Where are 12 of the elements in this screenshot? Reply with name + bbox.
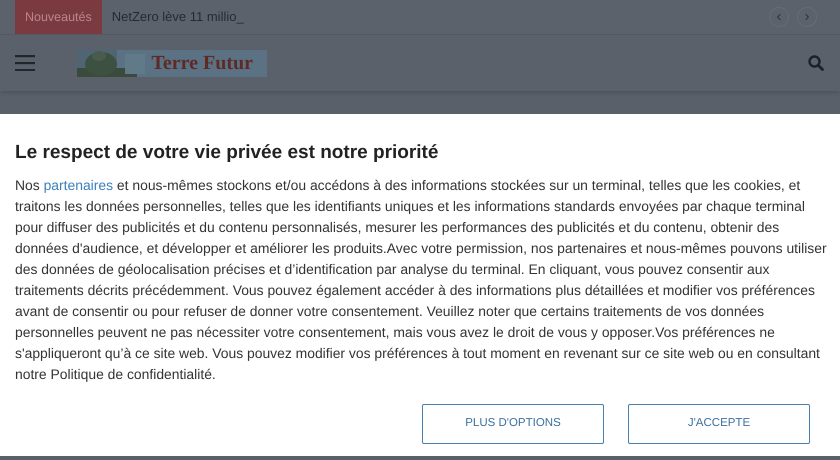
previous-button[interactable]: ‹ bbox=[769, 7, 789, 27]
headline-link[interactable]: NetZero lève 11 millio_ bbox=[112, 7, 244, 27]
next-button[interactable]: › bbox=[797, 7, 817, 27]
dialog-title: Le respect de votre vie privée est notre priorité bbox=[15, 142, 440, 165]
partners-link[interactable]: partenaires bbox=[44, 176, 114, 193]
news-label: Nouveautés bbox=[15, 0, 102, 34]
search-icon[interactable] bbox=[808, 55, 824, 71]
accept-button[interactable]: J'ACCEPTE bbox=[628, 404, 810, 444]
menu-icon[interactable] bbox=[15, 55, 35, 71]
consent-text: Nos partenaires et nous-mêmes stockons et/ou accédons à des informations stockées sur un terminal, telles que les cookies, et traitons les données personnelles, telles que les identifiants uniques et les informations standards envoyées par chaque terminal pour diffuser des publicités et du contenu personnalisés, mesurer les performances des publicités et du contenu, obtenir des données d'audience, et développer et améliorer les produits.Avec votre permission, nos partenaires et nous-mêmes pouvons utiliser des données de géolocalisation précises et d’identification par analyse du terminal. En cliquant, vous pouvez consentir aux traitements décrits précédemment. Vous pouvez également accéder à des informations plus détaillées et modifier vos préférences avant de consentir ou pour refuser de donner votre consentement. Veuillez noter que certains traitements de vos données personnelles peuvent ne pas nécessiter votre consentement, mais vous avez le droit de vous y opposer.Vos préférences ne s'appliqueront qu’à ce site web. Vous pouvez modifier vos préférences à tout moment en revenant sur ce site web ou en consultant notre Politique de confidentialité. bbox=[15, 176, 827, 384]
more-options-button[interactable]: PLUS D'OPTIONS bbox=[422, 404, 604, 444]
site-logo[interactable]: Terre Futur bbox=[77, 50, 267, 76]
